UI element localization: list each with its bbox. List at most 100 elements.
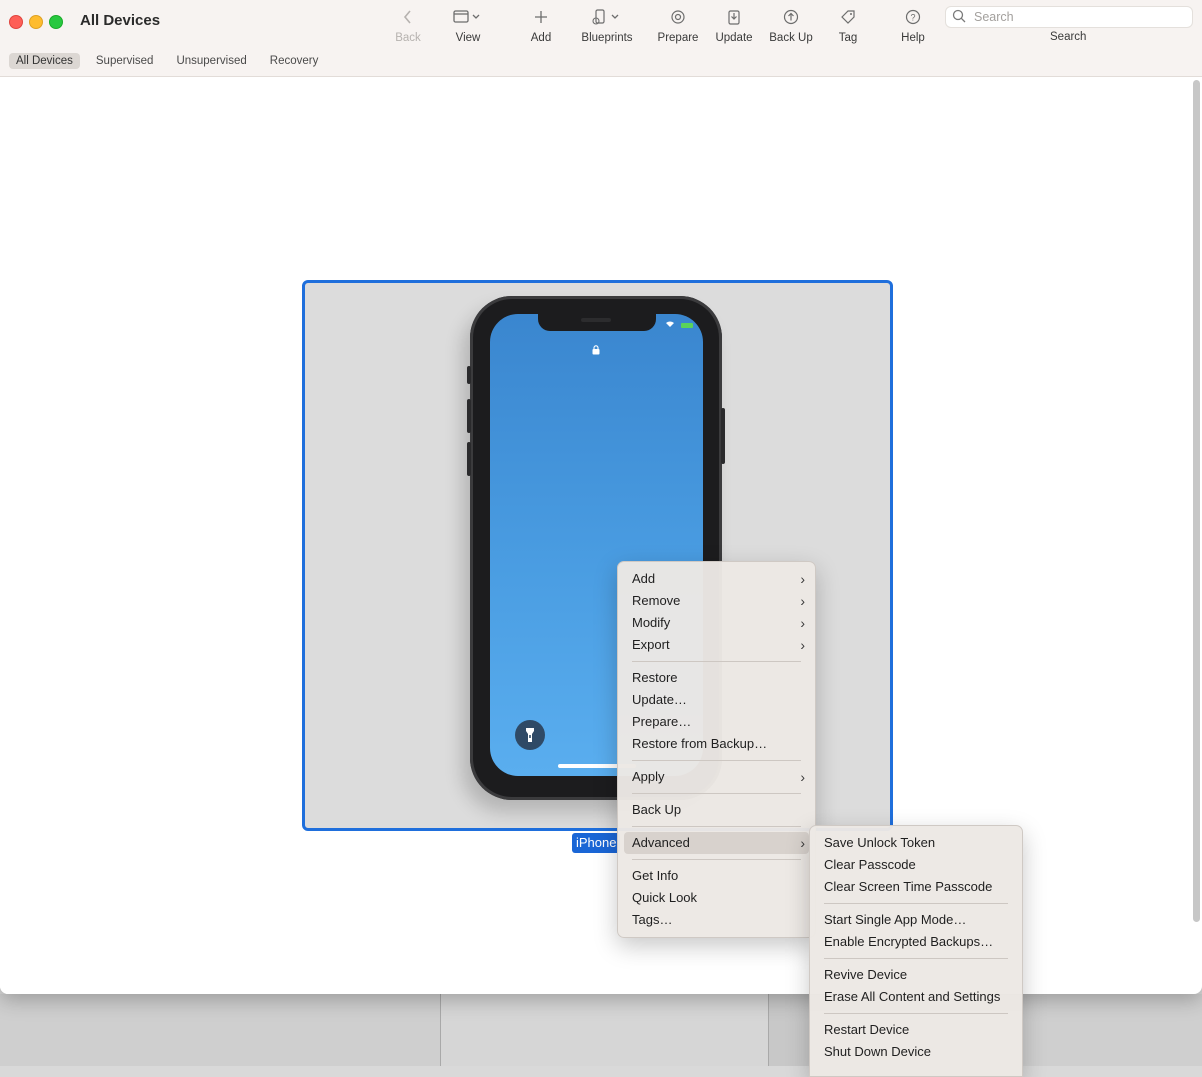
update-label: Update bbox=[715, 32, 753, 44]
chevron-right-icon: › bbox=[800, 637, 805, 653]
menu-separator bbox=[824, 958, 1008, 959]
add-label: Add bbox=[530, 32, 552, 44]
menu-separator bbox=[632, 760, 801, 761]
menu-item-tags[interactable]: Tags… bbox=[624, 909, 809, 931]
minimize-window-button[interactable] bbox=[29, 15, 43, 29]
ringer-switch bbox=[467, 366, 471, 384]
prepare-button[interactable]: Prepare bbox=[655, 6, 701, 46]
menu-item-export[interactable]: Export › bbox=[624, 634, 809, 656]
update-button[interactable]: Update bbox=[712, 6, 756, 46]
back-button[interactable]: Back bbox=[388, 6, 428, 46]
search-icon bbox=[952, 9, 966, 28]
menu-item-label: Back Up bbox=[632, 802, 682, 817]
blueprints-label: Blueprints bbox=[581, 32, 633, 44]
menu-item-modify[interactable]: Modify › bbox=[624, 612, 809, 634]
tab-all-devices[interactable]: All Devices bbox=[9, 53, 80, 69]
help-label: Help bbox=[901, 32, 925, 44]
menu-item-label: Get Info bbox=[632, 868, 679, 883]
window-title: All Devices bbox=[80, 12, 161, 29]
menu-item-enable-encrypted-backups[interactable]: Enable Encrypted Backups… bbox=[816, 931, 1016, 953]
filter-tabs: All Devices Supervised Unsupervised Reco… bbox=[9, 53, 334, 69]
menu-item-erase-all-content[interactable]: Erase All Content and Settings bbox=[816, 986, 1016, 1008]
blueprints-button[interactable]: Blueprints bbox=[576, 6, 638, 46]
backup-upload-icon bbox=[766, 6, 816, 28]
zoom-window-button[interactable] bbox=[49, 15, 63, 29]
backup-label: Back Up bbox=[769, 32, 813, 44]
background-window-edge bbox=[768, 994, 809, 1066]
volume-down-button bbox=[467, 442, 471, 476]
volume-up-button bbox=[467, 399, 471, 433]
blueprint-icon bbox=[576, 6, 638, 28]
menu-item-label: Restore bbox=[632, 670, 678, 685]
plus-icon bbox=[521, 6, 561, 28]
menu-item-save-unlock-token[interactable]: Save Unlock Token bbox=[816, 832, 1016, 854]
menu-item-label: Apply bbox=[632, 769, 665, 784]
chevron-right-icon: › bbox=[800, 769, 805, 785]
help-question-icon: ? bbox=[895, 6, 931, 28]
menu-item-label: Remove bbox=[632, 593, 681, 608]
chevron-right-icon: › bbox=[800, 571, 805, 587]
chevron-right-icon: › bbox=[800, 835, 805, 851]
notch bbox=[538, 314, 656, 331]
update-download-icon bbox=[712, 6, 756, 28]
menu-item-clear-passcode[interactable]: Clear Passcode bbox=[816, 854, 1016, 876]
menu-item-add[interactable]: Add › bbox=[624, 568, 809, 590]
menu-item-label: Tags… bbox=[632, 912, 673, 927]
search-input[interactable] bbox=[972, 8, 1186, 26]
prepare-label: Prepare bbox=[657, 32, 699, 44]
menu-item-advanced[interactable]: Advanced › bbox=[624, 832, 809, 854]
menu-item-label: Modify bbox=[632, 615, 671, 630]
menu-item-restart-device[interactable]: Restart Device bbox=[816, 1019, 1016, 1041]
backup-button[interactable]: Back Up bbox=[766, 6, 816, 46]
context-menu: Add › Remove › Modify › Export › Restore Upd… bbox=[617, 561, 816, 938]
back-label: Back bbox=[395, 32, 421, 44]
menu-item-start-single-app-mode[interactable]: Start Single App Mode… bbox=[816, 909, 1016, 931]
device-name-label[interactable]: iPhone bbox=[572, 833, 621, 853]
add-button[interactable]: Add bbox=[521, 6, 561, 46]
menu-separator bbox=[632, 859, 801, 860]
menu-separator bbox=[632, 793, 801, 794]
menu-item-shut-down-device[interactable]: Shut Down Device bbox=[816, 1041, 1016, 1063]
menu-item-update[interactable]: Update… bbox=[624, 689, 809, 711]
search-field[interactable] bbox=[945, 6, 1193, 28]
menu-item-remove[interactable]: Remove › bbox=[624, 590, 809, 612]
menu-item-restore-from-backup[interactable]: Restore from Backup… bbox=[624, 733, 809, 755]
menu-item-get-info[interactable]: Get Info bbox=[624, 865, 809, 887]
menu-item-label: Restore from Backup… bbox=[632, 736, 768, 751]
menu-item-revive-device[interactable]: Revive Device bbox=[816, 964, 1016, 986]
menu-separator bbox=[632, 826, 801, 827]
svg-text:?: ? bbox=[910, 13, 915, 23]
side-button bbox=[721, 408, 725, 464]
menu-item-label: Export bbox=[632, 637, 670, 652]
flashlight-icon bbox=[515, 720, 545, 750]
chevron-right-icon: › bbox=[800, 593, 805, 609]
menu-item-restore[interactable]: Restore bbox=[624, 667, 809, 689]
close-window-button[interactable] bbox=[9, 15, 23, 29]
menu-item-label: Update… bbox=[632, 692, 687, 707]
search-label: Search bbox=[1050, 31, 1087, 43]
battery-icon bbox=[681, 323, 693, 328]
menu-item-apply[interactable]: Apply › bbox=[624, 766, 809, 788]
help-button[interactable]: ? Help bbox=[895, 6, 931, 46]
chevron-right-icon: › bbox=[800, 615, 805, 631]
menu-item-quick-look[interactable]: Quick Look bbox=[624, 887, 809, 909]
tab-recovery[interactable]: Recovery bbox=[263, 53, 326, 69]
view-window-icon bbox=[444, 6, 492, 28]
view-button[interactable]: View bbox=[444, 6, 492, 46]
advanced-submenu: Save Unlock Token Clear Passcode Clear S… bbox=[809, 825, 1023, 1077]
menu-item-clear-screen-time-passcode[interactable]: Clear Screen Time Passcode bbox=[816, 876, 1016, 898]
menu-item-label: Advanced bbox=[632, 835, 690, 850]
tag-button[interactable]: Tag bbox=[831, 6, 865, 46]
menu-item-prepare[interactable]: Prepare… bbox=[624, 711, 809, 733]
menu-item-back-up[interactable]: Back Up bbox=[624, 799, 809, 821]
toolbar: All Devices Back View Add Blueprints Pre… bbox=[0, 0, 1202, 77]
tab-supervised[interactable]: Supervised bbox=[89, 53, 161, 69]
background-window bbox=[440, 994, 772, 1066]
prepare-gear-icon bbox=[655, 6, 701, 28]
tag-icon bbox=[831, 6, 865, 28]
view-label: View bbox=[455, 32, 481, 44]
tab-unsupervised[interactable]: Unsupervised bbox=[169, 53, 253, 69]
menu-separator bbox=[824, 903, 1008, 904]
menu-item-label: Prepare… bbox=[632, 714, 692, 729]
vertical-scrollbar[interactable] bbox=[1193, 80, 1200, 922]
